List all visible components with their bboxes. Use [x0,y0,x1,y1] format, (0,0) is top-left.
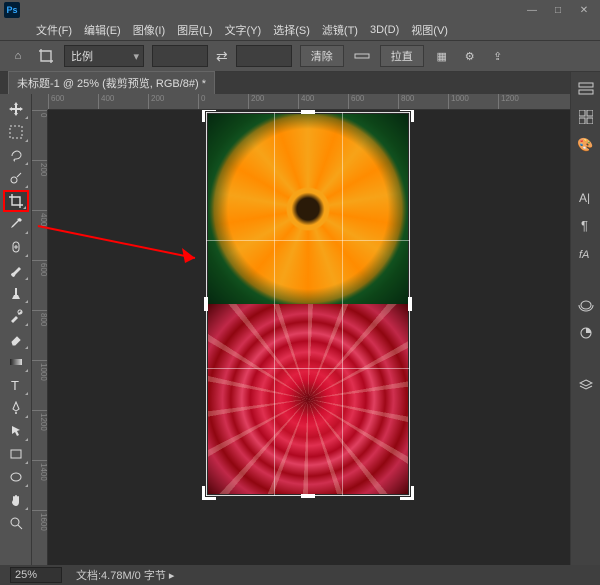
brush-tool[interactable] [3,259,29,281]
svg-text:A|: A| [579,191,590,204]
ruler-tick: 1000 [448,94,469,110]
ruler-tick: 600 [348,94,364,110]
options-bar: ⌂ 比例 ⇄ 清除 拉直 ▦ ⚙ ⇪ [0,40,600,72]
ruler-tick: 0 [32,110,48,117]
crop-handle-r[interactable] [408,297,412,311]
ruler-vertical[interactable]: 0 200 400 600 800 1000 1200 1400 1600 [32,110,48,565]
ruler-tick: 1200 [32,410,48,431]
minimize-button[interactable]: — [520,2,544,18]
eyedropper-tool[interactable] [3,213,29,235]
history-panel-icon[interactable] [576,80,596,98]
ruler-tick: 600 [48,94,64,110]
maximize-button[interactable]: □ [546,2,570,18]
zoom-tool[interactable] [3,512,29,534]
ruler-tick: 800 [32,310,48,326]
clone-stamp-tool[interactable] [3,282,29,304]
ruler-tick: 400 [298,94,314,110]
move-tool[interactable] [3,98,29,120]
close-button[interactable]: ✕ [572,2,596,18]
pen-tool[interactable] [3,397,29,419]
paragraph-panel-icon[interactable]: ¶ [576,216,596,234]
straighten-icon[interactable] [352,46,372,66]
ruler-tick: 1600 [32,510,48,531]
menu-type[interactable]: 文字(Y) [225,22,262,38]
ruler-tick: 1200 [498,94,519,110]
ellipse-tool[interactable] [3,466,29,488]
path-select-tool[interactable] [3,420,29,442]
character-panel-icon[interactable]: A| [576,188,596,206]
menu-select[interactable]: 选择(S) [273,22,310,38]
options-gear-icon[interactable]: ⚙ [460,46,480,66]
menu-view[interactable]: 视图(V) [411,22,448,38]
width-input[interactable] [152,45,208,67]
gradient-tool[interactable] [3,351,29,373]
layers-panel-icon[interactable] [576,376,596,394]
menu-layer[interactable]: 图层(L) [177,22,212,38]
app-logo: Ps [4,2,20,18]
healing-brush-tool[interactable] [3,236,29,258]
ruler-tick: 200 [32,160,48,176]
history-brush-tool[interactable] [3,305,29,327]
rectangle-tool[interactable] [3,443,29,465]
chevron-right-icon: ▸ [169,570,175,582]
status-bar: 25% 文档:4.78M/0 字节 ▸ [0,565,600,585]
glyphs-panel-icon[interactable]: fA [576,244,596,262]
type-tool[interactable]: T [3,374,29,396]
ruler-tick: 0 [198,94,205,110]
svg-text:¶: ¶ [581,218,588,232]
quick-select-tool[interactable] [3,167,29,189]
crop-tool-preset-icon[interactable] [36,46,56,66]
color-panel-icon[interactable]: 🎨 [576,136,596,154]
menu-3d[interactable]: 3D(D) [370,24,399,36]
image-layer-top [208,114,408,304]
hand-tool[interactable] [3,489,29,511]
document-tab-bar: 未标题-1 @ 25% (裁剪预览, RGB/8#) * [0,72,600,94]
ruler-tick: 1000 [32,360,48,381]
document-info[interactable]: 文档:4.78M/0 字节 ▸ [76,567,174,583]
document-tab[interactable]: 未标题-1 @ 25% (裁剪预览, RGB/8#) * [8,71,215,94]
canvas-area[interactable] [48,110,570,565]
toolbox: T [0,94,32,585]
ruler-tick: 1400 [32,460,48,481]
crop-handle-b[interactable] [301,494,315,498]
image-layer-bottom [208,304,408,494]
crop-tool[interactable] [3,190,29,212]
ruler-tick: 400 [32,210,48,226]
title-bar: Ps — □ ✕ [0,0,600,20]
window-controls: — □ ✕ [520,2,596,18]
menu-image[interactable]: 图像(I) [133,22,165,38]
share-icon[interactable]: ⇪ [488,46,508,66]
menu-filter[interactable]: 滤镜(T) [322,22,358,38]
height-input[interactable] [236,45,292,67]
swap-icon[interactable]: ⇄ [216,48,228,65]
menu-edit[interactable]: 编辑(E) [84,22,121,38]
menu-bar: 文件(F) 编辑(E) 图像(I) 图层(L) 文字(Y) 选择(S) 滤镜(T… [0,20,600,40]
straighten-button[interactable]: 拉直 [380,45,424,67]
libraries-panel-icon[interactable] [576,296,596,314]
svg-text:fA: fA [579,249,589,260]
ruler-tick: 800 [398,94,414,110]
doc-size-label: 文档:4.78M/0 字节 [76,570,166,582]
ruler-tick: 200 [148,94,164,110]
menu-file[interactable]: 文件(F) [36,22,72,38]
document-canvas[interactable] [208,114,408,494]
marquee-tool[interactable] [3,121,29,143]
properties-panel-icon[interactable] [576,108,596,126]
clear-button[interactable]: 清除 [300,45,344,67]
panel-dock: 🎨 A| ¶ fA [570,72,600,585]
svg-text:T: T [11,378,19,392]
lasso-tool[interactable] [3,144,29,166]
ratio-select[interactable]: 比例 [64,45,144,67]
ruler-horizontal[interactable]: 600 400 200 0 200 400 600 800 1000 1200 [48,94,570,110]
home-icon[interactable]: ⌂ [8,46,28,66]
zoom-level[interactable]: 25% [10,567,62,583]
adjustments-panel-icon[interactable] [576,324,596,342]
ruler-tick: 400 [98,94,114,110]
ruler-tick: 200 [248,94,264,110]
ruler-tick: 600 [32,260,48,276]
overlay-grid-icon[interactable]: ▦ [432,46,452,66]
eraser-tool[interactable] [3,328,29,350]
